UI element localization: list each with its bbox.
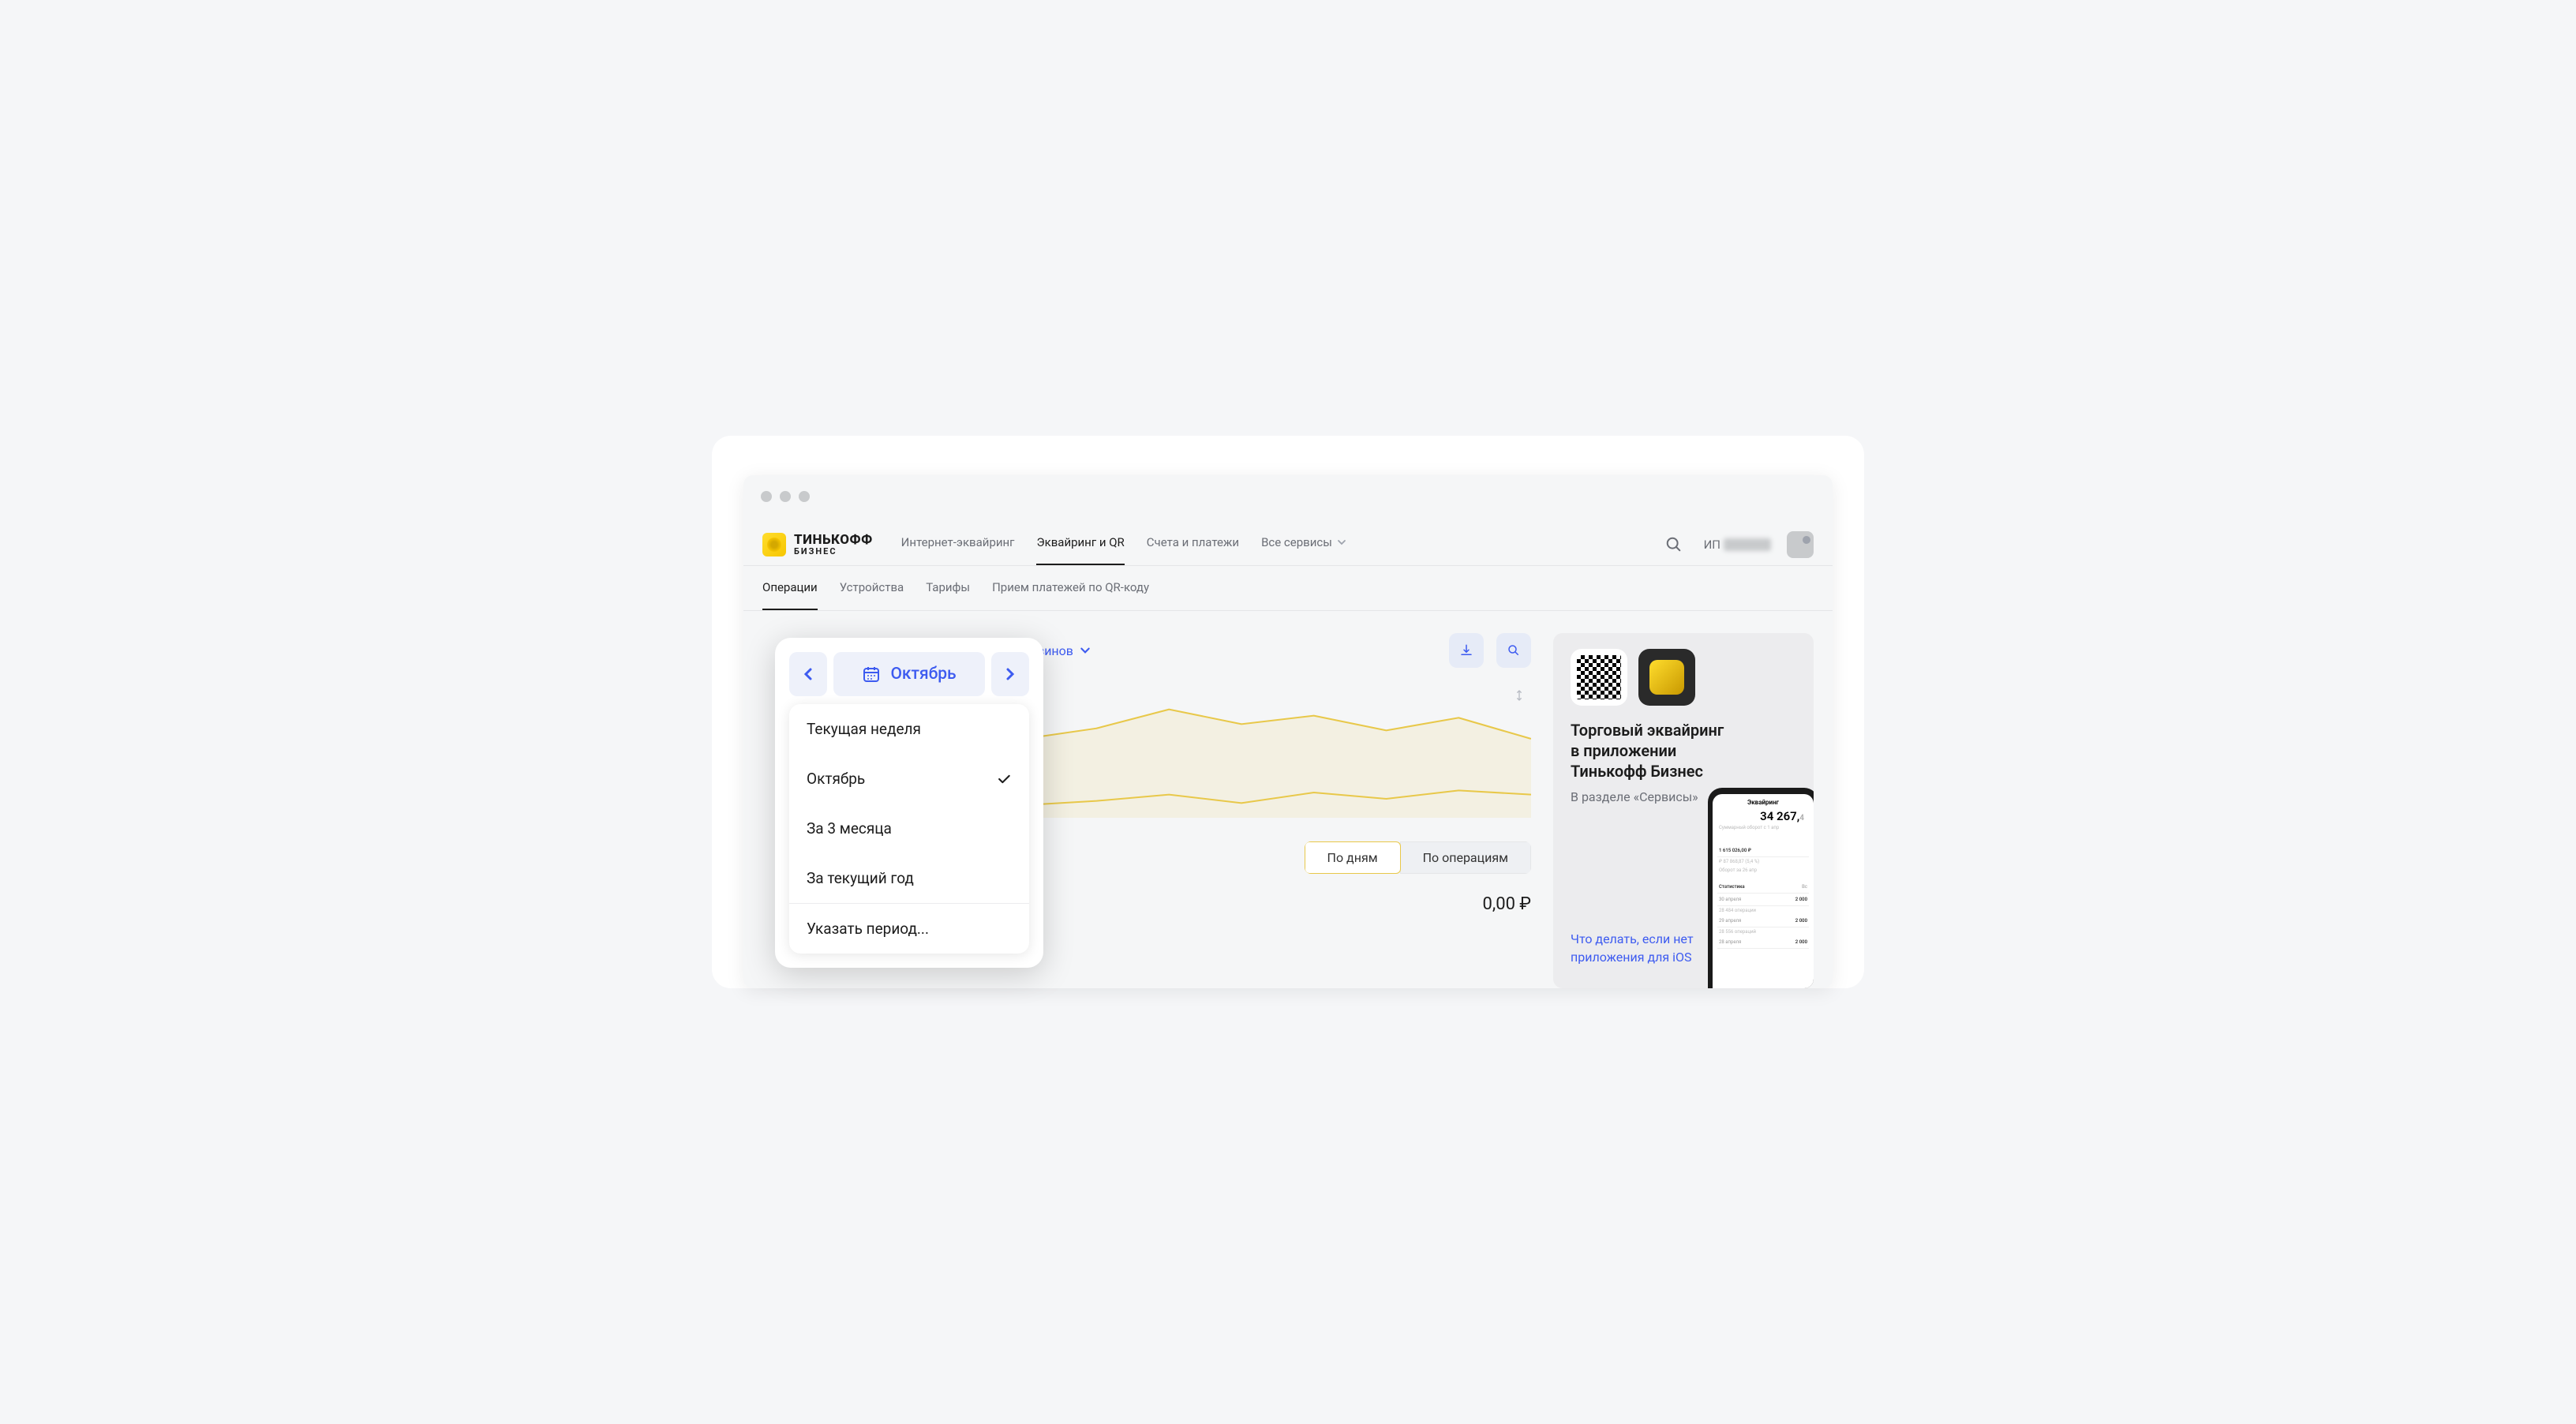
nav-all-services-label: Все сервисы (1261, 535, 1332, 549)
user-prefix: ИП (1704, 538, 1720, 552)
user-name-redacted (1724, 538, 1771, 551)
subnav-qr-payments[interactable]: Прием платежей по QR-коду (992, 566, 1149, 610)
traffic-dot[interactable] (780, 491, 791, 502)
chevron-down-icon (1337, 538, 1346, 547)
prev-month-button[interactable] (789, 652, 827, 696)
sub-nav: Операции Устройства Тарифы Прием платеже… (743, 566, 1833, 611)
nav-accounts-payments[interactable]: Счета и платежи (1147, 524, 1239, 565)
wallet-icon[interactable] (1787, 531, 1814, 558)
period-option-current-week[interactable]: Текущая неделя (789, 704, 1029, 754)
view-toggle: По дням По операциям (1305, 841, 1531, 874)
search-button[interactable] (1660, 530, 1688, 559)
user-account[interactable]: ИП (1704, 538, 1771, 552)
subnav-tariffs[interactable]: Тарифы (926, 566, 970, 610)
period-picker-popover: Октябрь Текущая неделя Октябрь За 3 меся… (775, 638, 1043, 968)
qr-code-icon (1571, 649, 1627, 706)
download-icon (1459, 643, 1473, 658)
search-icon (1507, 643, 1521, 658)
chevron-down-icon (1080, 645, 1091, 656)
promo-title: Торговый эквайринг в приложении Тинькофф… (1571, 720, 1796, 781)
next-month-button[interactable] (991, 652, 1029, 696)
promo-ios-link[interactable]: Что делать, если нет приложения для iOS (1571, 931, 1694, 966)
toggle-by-operations[interactable]: По операциям (1400, 841, 1531, 874)
checkmark-icon (996, 771, 1012, 787)
traffic-dot[interactable] (761, 491, 772, 502)
period-option-custom[interactable]: Указать период... (789, 903, 1029, 954)
logo[interactable]: ТИНЬКОФФ БИЗНЕС (762, 533, 873, 556)
current-month-button[interactable]: Октябрь (833, 652, 985, 696)
toggle-by-days[interactable]: По дням (1305, 841, 1401, 874)
calendar-icon (862, 665, 881, 684)
logo-shield-icon (762, 533, 786, 556)
current-month-label: Октябрь (890, 665, 956, 684)
period-options-list: Текущая неделя Октябрь За 3 месяца За те… (789, 704, 1029, 954)
period-option-current-year[interactable]: За текущий год (789, 853, 1029, 903)
logo-line1: ТИНЬКОФФ (794, 534, 873, 547)
chevron-right-icon (1003, 667, 1017, 681)
app-header: ТИНЬКОФФ БИЗНЕС Интернет-эквайринг Эквай… (743, 513, 1833, 566)
period-option-3-months[interactable]: За 3 месяца (789, 804, 1029, 853)
search-ops-button[interactable] (1496, 633, 1531, 668)
app-icon (1638, 649, 1695, 706)
logo-line2: БИЗНЕС (794, 547, 873, 556)
promo-card: Торговый эквайринг в приложении Тинькофф… (1553, 633, 1814, 988)
nav-internet-acquiring[interactable]: Интернет-эквайринг (901, 524, 1015, 565)
phone-mockup: Эквайринг 34 267,4 Суммарный оборот с 1 … (1708, 788, 1814, 988)
period-option-october[interactable]: Октябрь (789, 754, 1029, 804)
subnav-operations[interactable]: Операции (762, 566, 818, 610)
download-button[interactable] (1449, 633, 1484, 668)
expand-icon (1512, 688, 1526, 703)
expand-chart-button[interactable] (1512, 688, 1526, 703)
nav-all-services[interactable]: Все сервисы (1261, 524, 1346, 565)
chevron-left-icon (801, 667, 815, 681)
nav-acquiring-qr[interactable]: Эквайринг и QR (1036, 524, 1124, 565)
traffic-dot[interactable] (799, 491, 810, 502)
subnav-devices[interactable]: Устройства (840, 566, 904, 610)
logo-text: ТИНЬКОФФ БИЗНЕС (794, 534, 873, 556)
search-icon (1665, 536, 1683, 553)
main-nav: Интернет-эквайринг Эквайринг и QR Счета … (901, 524, 1660, 565)
window-traffic-lights (743, 475, 1833, 513)
